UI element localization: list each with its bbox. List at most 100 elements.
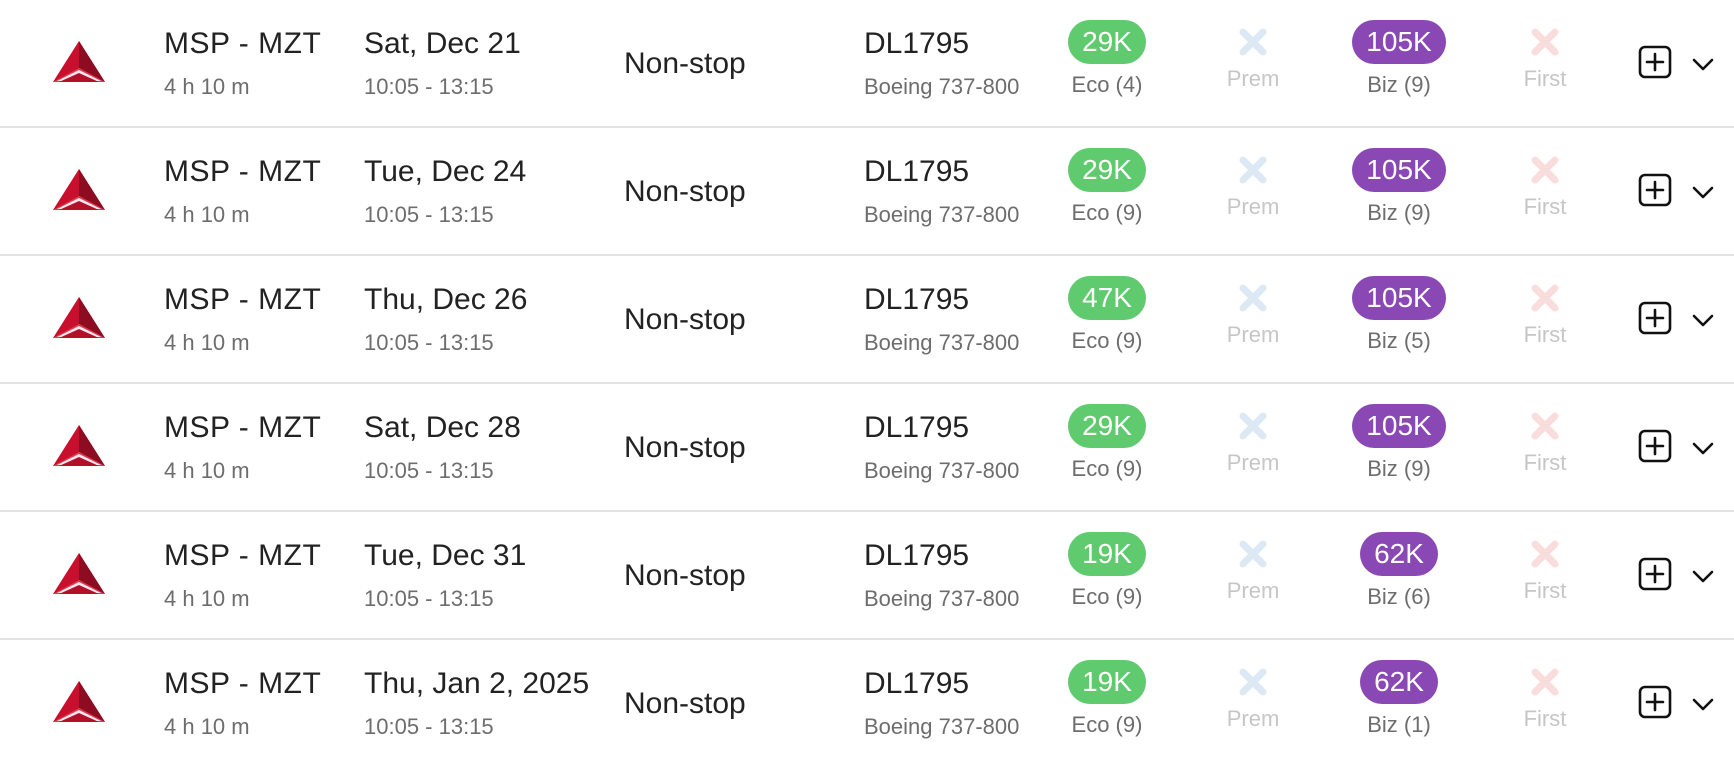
business-price-pill[interactable]: 105K: [1352, 276, 1446, 320]
aircraft-type: Boeing 737-800: [864, 330, 1020, 355]
premium-label: Prem: [1226, 450, 1280, 475]
aircraft-type: Boeing 737-800: [864, 714, 1020, 739]
expand-chevron-down-icon[interactable]: [1690, 180, 1716, 206]
first-cabin: First: [1480, 404, 1610, 476]
first-cabin: First: [1480, 532, 1610, 604]
stops-label: Non-stop: [624, 559, 746, 592]
business-price-pill[interactable]: 105K: [1352, 20, 1446, 64]
flight-row[interactable]: MSP - MZT 4 h 10 m Sat, Dec 21 10:05 - 1…: [0, 0, 1734, 128]
route: MSP - MZT: [164, 411, 322, 444]
first-unavailable-x-icon: [1531, 412, 1559, 440]
flight-number: DL1795: [864, 155, 970, 188]
premium-unavailable-x-icon: [1239, 284, 1267, 312]
business-cabin[interactable]: 62K Biz (6): [1334, 532, 1464, 610]
delta-widget-logo-icon: [53, 169, 105, 210]
premium-cabin: Prem: [1188, 148, 1318, 220]
economy-cabin[interactable]: 19K Eco (9): [1042, 532, 1172, 610]
departure-date: Tue, Dec 24: [364, 155, 527, 188]
business-price-pill[interactable]: 62K: [1360, 660, 1438, 704]
business-cabin[interactable]: 105K Biz (5): [1334, 276, 1464, 354]
business-cabin[interactable]: 105K Biz (9): [1334, 148, 1464, 226]
departure-date: Thu, Dec 26: [364, 283, 528, 316]
stops-label: Non-stop: [624, 431, 746, 464]
flight-times: 10:05 - 13:15: [364, 586, 494, 611]
economy-label: Eco (9): [1071, 584, 1143, 609]
expand-chevron-down-icon[interactable]: [1690, 436, 1716, 462]
flight-row[interactable]: MSP - MZT 4 h 10 m Thu, Dec 26 10:05 - 1…: [0, 256, 1734, 384]
add-flight-plus-square-icon[interactable]: [1638, 557, 1672, 591]
first-label: First: [1523, 706, 1567, 731]
business-label: Biz (9): [1367, 72, 1431, 97]
economy-cabin[interactable]: 19K Eco (9): [1042, 660, 1172, 738]
aircraft-type: Boeing 737-800: [864, 458, 1020, 483]
aircraft-type: Boeing 737-800: [864, 74, 1020, 99]
business-cabin[interactable]: 105K Biz (9): [1334, 404, 1464, 482]
first-label: First: [1523, 66, 1567, 91]
departure-date: Sat, Dec 21: [364, 27, 521, 60]
first-unavailable-x-icon: [1531, 668, 1559, 696]
first-unavailable-x-icon: [1531, 284, 1559, 312]
expand-chevron-down-icon[interactable]: [1690, 692, 1716, 718]
economy-price-pill[interactable]: 29K: [1068, 148, 1146, 192]
first-unavailable-x-icon: [1531, 156, 1559, 184]
premium-unavailable-x-icon: [1239, 28, 1267, 56]
flight-number: DL1795: [864, 539, 970, 572]
add-flight-plus-square-icon[interactable]: [1638, 301, 1672, 335]
economy-price-pill[interactable]: 19K: [1068, 660, 1146, 704]
first-unavailable-x-icon: [1531, 28, 1559, 56]
first-cabin: First: [1480, 276, 1610, 348]
business-price-pill[interactable]: 62K: [1360, 532, 1438, 576]
business-price-pill[interactable]: 105K: [1352, 148, 1446, 192]
economy-cabin[interactable]: 29K Eco (9): [1042, 404, 1172, 482]
aircraft-type: Boeing 737-800: [864, 586, 1020, 611]
flight-row[interactable]: MSP - MZT 4 h 10 m Tue, Dec 31 10:05 - 1…: [0, 512, 1734, 640]
premium-label: Prem: [1226, 322, 1280, 347]
flight-number: DL1795: [864, 411, 970, 444]
stops-label: Non-stop: [624, 47, 746, 80]
first-cabin: First: [1480, 148, 1610, 220]
premium-cabin: Prem: [1188, 532, 1318, 604]
economy-cabin[interactable]: 29K Eco (4): [1042, 20, 1172, 98]
departure-date: Sat, Dec 28: [364, 411, 521, 444]
delta-widget-logo-icon: [53, 297, 105, 338]
business-label: Biz (9): [1367, 456, 1431, 481]
expand-chevron-down-icon[interactable]: [1690, 52, 1716, 78]
business-cabin[interactable]: 62K Biz (1): [1334, 660, 1464, 738]
departure-date: Thu, Jan 2, 2025: [364, 667, 590, 700]
flight-row[interactable]: MSP - MZT 4 h 10 m Sat, Dec 28 10:05 - 1…: [0, 384, 1734, 512]
economy-price-pill[interactable]: 29K: [1068, 20, 1146, 64]
economy-price-pill[interactable]: 29K: [1068, 404, 1146, 448]
business-price-pill[interactable]: 105K: [1352, 404, 1446, 448]
economy-label: Eco (9): [1071, 200, 1143, 225]
delta-widget-logo-icon: [53, 553, 105, 594]
departure-date: Tue, Dec 31: [364, 539, 527, 572]
add-flight-plus-square-icon[interactable]: [1638, 685, 1672, 719]
delta-widget-logo-icon: [53, 41, 105, 82]
flight-duration: 4 h 10 m: [164, 202, 250, 227]
business-cabin[interactable]: 105K Biz (9): [1334, 20, 1464, 98]
economy-cabin[interactable]: 47K Eco (9): [1042, 276, 1172, 354]
add-flight-plus-square-icon[interactable]: [1638, 45, 1672, 79]
flight-results-list: MSP - MZT 4 h 10 m Sat, Dec 21 10:05 - 1…: [0, 0, 1734, 764]
economy-label: Eco (9): [1071, 712, 1143, 737]
flight-row[interactable]: MSP - MZT 4 h 10 m Tue, Dec 24 10:05 - 1…: [0, 128, 1734, 256]
add-flight-plus-square-icon[interactable]: [1638, 173, 1672, 207]
add-flight-plus-square-icon[interactable]: [1638, 429, 1672, 463]
route: MSP - MZT: [164, 667, 322, 700]
business-label: Biz (6): [1367, 584, 1431, 609]
economy-price-pill[interactable]: 19K: [1068, 532, 1146, 576]
flight-row[interactable]: MSP - MZT 4 h 10 m Thu, Jan 2, 2025 10:0…: [0, 640, 1734, 764]
expand-chevron-down-icon[interactable]: [1690, 308, 1716, 334]
route: MSP - MZT: [164, 155, 322, 188]
economy-cabin[interactable]: 29K Eco (9): [1042, 148, 1172, 226]
flight-duration: 4 h 10 m: [164, 330, 250, 355]
expand-chevron-down-icon[interactable]: [1690, 564, 1716, 590]
delta-widget-logo-icon: [53, 425, 105, 466]
premium-unavailable-x-icon: [1239, 668, 1267, 696]
stops-label: Non-stop: [624, 303, 746, 336]
economy-price-pill[interactable]: 47K: [1068, 276, 1146, 320]
flight-times: 10:05 - 13:15: [364, 330, 494, 355]
flight-number: DL1795: [864, 667, 970, 700]
aircraft-type: Boeing 737-800: [864, 202, 1020, 227]
first-unavailable-x-icon: [1531, 540, 1559, 568]
